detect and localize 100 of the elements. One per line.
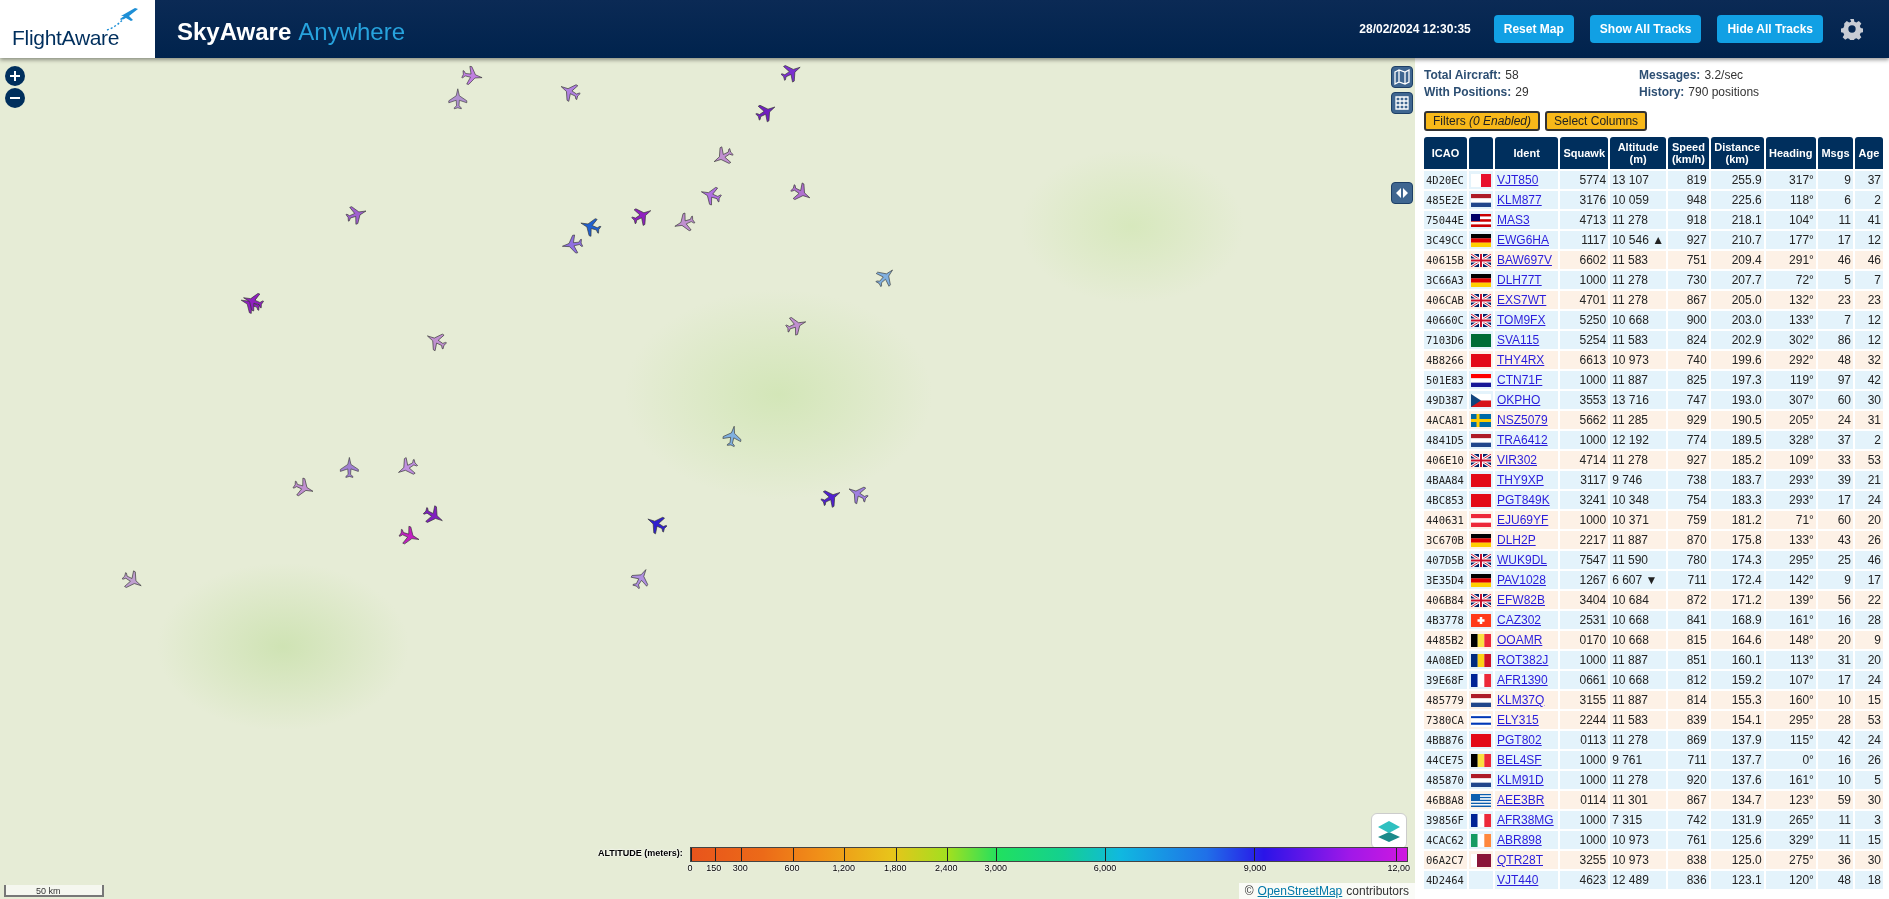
table-cell: 17 xyxy=(1817,671,1853,689)
table-cell: 12 192 xyxy=(1610,431,1667,449)
table-cell: 16 xyxy=(1817,751,1853,769)
column-header[interactable]: Distance (km) xyxy=(1710,137,1764,169)
aircraft-icon[interactable] xyxy=(647,516,668,535)
aircraft-icon[interactable] xyxy=(562,234,583,254)
table-cell: 119° xyxy=(1765,371,1816,389)
table-cell: 39856F xyxy=(1424,811,1467,829)
map-tile[interactable] xyxy=(0,58,1415,899)
aircraft-icon[interactable] xyxy=(345,206,367,225)
column-header[interactable]: Altitude (m) xyxy=(1610,137,1667,169)
flag-icon xyxy=(1471,513,1491,527)
table-cell: 53 xyxy=(1855,451,1883,469)
column-header[interactable]: Speed (km/h) xyxy=(1668,137,1709,169)
aircraft-icon[interactable] xyxy=(820,490,841,508)
table-cell: 33 xyxy=(1817,451,1853,469)
flag-icon xyxy=(1471,553,1491,567)
aircraft-icon[interactable] xyxy=(713,146,734,164)
collapse-panel-button[interactable] xyxy=(1391,182,1413,204)
table-cell: 30 xyxy=(1855,391,1883,409)
table-cell: 7547 xyxy=(1560,551,1609,569)
table-cell: 3404 xyxy=(1560,591,1609,609)
flag-icon xyxy=(1471,773,1491,787)
aircraft-icon[interactable] xyxy=(340,457,359,478)
table-cell: 1117 xyxy=(1560,231,1609,249)
aircraft-icon[interactable] xyxy=(121,570,142,588)
table-cell: 97 xyxy=(1817,371,1853,389)
table-cell: 6 xyxy=(1817,191,1853,209)
column-header[interactable]: Ident xyxy=(1495,137,1559,169)
aircraft-icon[interactable] xyxy=(630,569,648,589)
map-view-button[interactable] xyxy=(1391,66,1413,88)
aircraft-icon[interactable] xyxy=(722,425,742,447)
table-cell: 4ACA81 xyxy=(1424,411,1467,429)
table-cell: 4714 xyxy=(1560,451,1609,469)
settings-icon[interactable] xyxy=(1841,18,1863,40)
table-cell: 20 xyxy=(1817,631,1853,649)
aircraft-icon[interactable] xyxy=(755,104,776,123)
table-cell: 181.2 xyxy=(1710,511,1764,529)
table-cell: 485870 xyxy=(1424,771,1467,789)
aircraft-icon[interactable] xyxy=(398,457,418,475)
panel-button[interactable]: Filters (0 Enabled) xyxy=(1424,111,1541,131)
table-cell: 10 973 xyxy=(1610,831,1667,849)
layers-button[interactable] xyxy=(1371,813,1407,849)
flag-icon xyxy=(1471,673,1491,687)
aircraft-icon[interactable] xyxy=(427,333,447,352)
table-cell: 3255 xyxy=(1560,851,1609,869)
aircraft-icon[interactable] xyxy=(292,477,314,496)
aircraft-icon[interactable] xyxy=(780,65,801,83)
aircraft-icon[interactable] xyxy=(785,317,806,336)
grid-view-button[interactable] xyxy=(1391,92,1413,114)
flag-icon xyxy=(1471,293,1491,307)
table-cell: 30 xyxy=(1855,851,1883,869)
aircraft-icon[interactable] xyxy=(448,88,468,110)
aircraft-icon[interactable] xyxy=(701,187,722,206)
table-cell: 205° xyxy=(1765,411,1816,429)
panel-button[interactable]: Select Columns xyxy=(1545,111,1648,131)
table-cell: 4713 xyxy=(1560,211,1609,229)
table-cell: 867 xyxy=(1668,791,1709,809)
table-cell: 5774 xyxy=(1560,171,1609,189)
aircraft-icon[interactable] xyxy=(398,525,420,545)
table-cell: 4CAC62 xyxy=(1424,831,1467,849)
table-cell: 711 xyxy=(1668,571,1709,589)
legend-label: 150 xyxy=(706,863,722,873)
table-cell: 6 607 ▼ xyxy=(1610,571,1667,589)
table-cell: 839 xyxy=(1668,711,1709,729)
aircraft-icon[interactable] xyxy=(580,218,602,237)
aircraft-icon[interactable] xyxy=(422,505,443,523)
table-cell: 203.0 xyxy=(1710,311,1764,329)
table-cell: 11 887 xyxy=(1610,691,1667,709)
aircraft-icon[interactable] xyxy=(560,84,581,102)
flag-icon xyxy=(1471,573,1491,587)
legend-label: 300 xyxy=(732,863,748,873)
aircraft-icon[interactable] xyxy=(790,182,811,200)
table-cell: 24 xyxy=(1855,731,1883,749)
attribution-link[interactable]: OpenStreetMap xyxy=(1257,884,1343,898)
flag-icon xyxy=(1471,233,1491,247)
column-header[interactable]: Squawk xyxy=(1560,137,1609,169)
table-cell: 751 xyxy=(1668,251,1709,269)
column-header[interactable]: Age xyxy=(1855,137,1883,169)
table-cell: 11 583 xyxy=(1610,711,1667,729)
table-cell: 1000 xyxy=(1560,651,1609,669)
table-cell: 293° xyxy=(1765,491,1816,509)
table-cell: 39E68F xyxy=(1424,671,1467,689)
table-cell: 0113 xyxy=(1560,731,1609,749)
column-header[interactable]: Msgs xyxy=(1817,137,1853,169)
flag-icon xyxy=(1471,173,1491,187)
table-cell: 107° xyxy=(1765,671,1816,689)
aircraft-icon[interactable] xyxy=(631,208,652,226)
column-header[interactable]: Heading xyxy=(1765,137,1816,169)
stat-label: With Positions: xyxy=(1424,85,1512,99)
aircraft-icon[interactable] xyxy=(674,212,696,231)
table-cell: 3C66A3 xyxy=(1424,271,1467,289)
aircraft-icon[interactable] xyxy=(848,486,869,505)
aircraft-icon[interactable] xyxy=(461,66,483,85)
table-cell: 6613 xyxy=(1560,351,1609,369)
aircraft-icon[interactable] xyxy=(875,269,893,287)
flag-icon xyxy=(1471,413,1491,427)
table-cell: 39 xyxy=(1817,471,1853,489)
column-header[interactable]: ICAO xyxy=(1424,137,1467,169)
table-cell: 5250 xyxy=(1560,311,1609,329)
